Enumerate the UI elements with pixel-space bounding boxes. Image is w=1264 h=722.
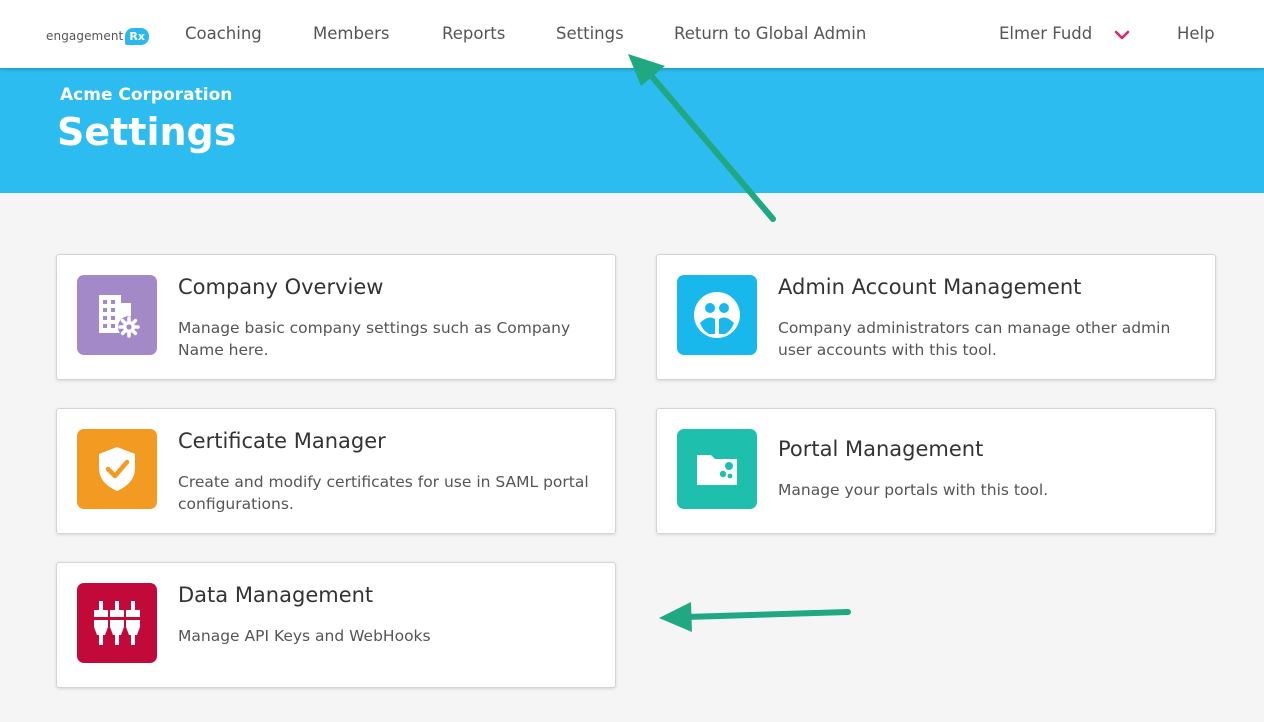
card-title: Admin Account Management bbox=[778, 275, 1082, 299]
nav-reports[interactable]: Reports bbox=[442, 24, 505, 43]
folder-dots-icon bbox=[677, 429, 757, 509]
user-menu[interactable]: Elmer Fudd bbox=[999, 24, 1092, 43]
card-title: Portal Management bbox=[778, 437, 984, 461]
connectors-icon bbox=[77, 583, 157, 663]
logo-badge: Rx bbox=[125, 27, 149, 45]
admin-account-management-card[interactable]: Admin Account Management Company adminis… bbox=[656, 254, 1216, 380]
nav-help[interactable]: Help bbox=[1177, 24, 1215, 43]
nav-coaching[interactable]: Coaching bbox=[185, 24, 262, 43]
engagement-rx-logo[interactable]: engagement Rx bbox=[46, 22, 149, 50]
nav-members[interactable]: Members bbox=[313, 24, 389, 43]
nav-return-to-global-admin[interactable]: Return to Global Admin bbox=[674, 24, 866, 43]
card-title: Data Management bbox=[178, 583, 374, 607]
card-description: Manage API Keys and WebHooks bbox=[178, 627, 431, 645]
chevron-down-icon[interactable] bbox=[1114, 30, 1130, 40]
certificate-manager-card[interactable]: Certificate Manager Create and modify ce… bbox=[56, 408, 616, 534]
portal-management-card[interactable]: Portal Management Manage your portals wi… bbox=[656, 408, 1216, 534]
company-overview-card[interactable]: Company Overview Manage basic company se… bbox=[56, 254, 616, 380]
page-banner: Acme Corporation Settings bbox=[0, 68, 1264, 193]
organization-name: Acme Corporation bbox=[60, 85, 233, 105]
card-description: Company administrators can manage other … bbox=[778, 319, 1171, 359]
users-circle-icon bbox=[677, 275, 757, 355]
card-title: Certificate Manager bbox=[178, 429, 386, 453]
shield-check-icon bbox=[77, 429, 157, 509]
logo-text: engagement bbox=[46, 29, 124, 43]
card-description: Manage your portals with this tool. bbox=[778, 481, 1049, 499]
building-gear-icon bbox=[77, 275, 157, 355]
card-description: Manage basic company settings such as Co… bbox=[178, 319, 571, 359]
card-title: Company Overview bbox=[178, 275, 384, 299]
top-navigation: engagement Rx Coaching Members Reports S… bbox=[0, 0, 1264, 68]
nav-settings[interactable]: Settings bbox=[556, 24, 624, 43]
page-title: Settings bbox=[57, 110, 237, 154]
data-management-card[interactable]: Data Management Manage API Keys and WebH… bbox=[56, 562, 616, 688]
card-description: Create and modify certificates for use i… bbox=[178, 473, 589, 513]
arrow-to-data-management-icon bbox=[659, 602, 851, 632]
